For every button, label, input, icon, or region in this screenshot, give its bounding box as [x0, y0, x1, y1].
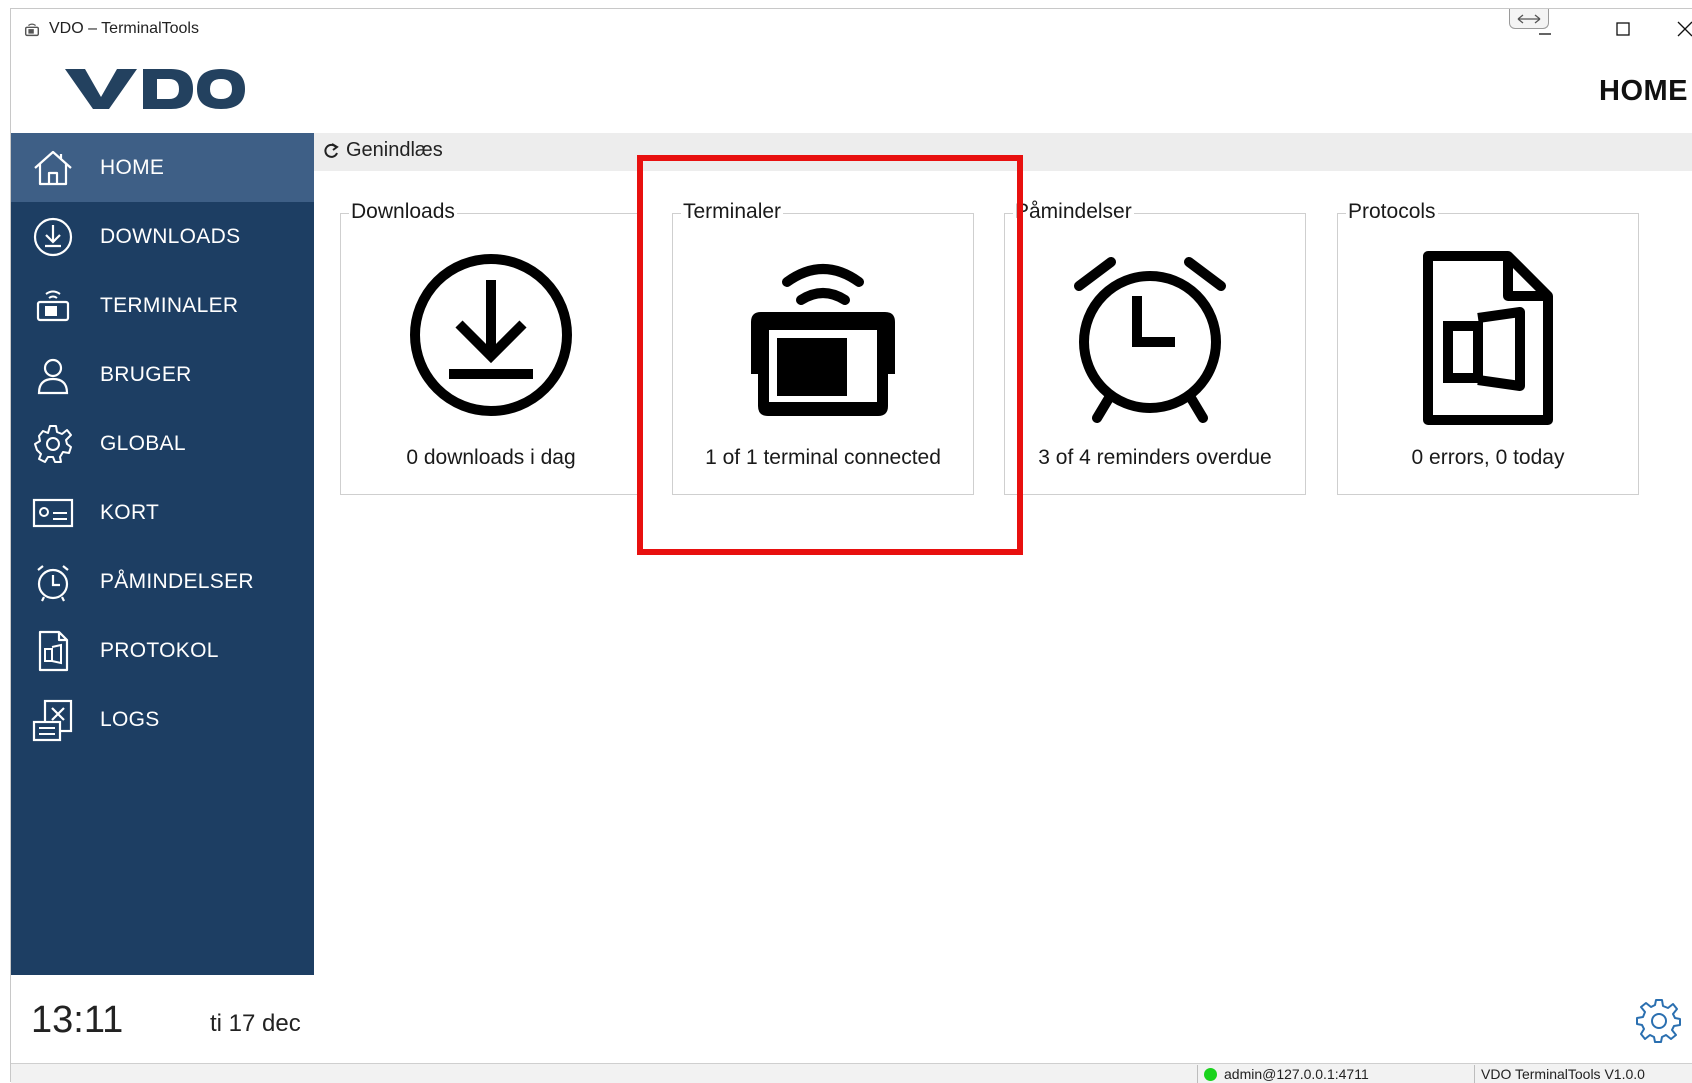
refresh-icon [324, 142, 339, 158]
card-status: 0 errors, 0 today [1411, 446, 1565, 469]
clock-panel: 13:11 ti 17 dec [11, 975, 314, 1063]
document-icon [38, 630, 69, 671]
gear-icon [34, 424, 72, 463]
sidebar-item-label: GLOBAL [100, 431, 186, 455]
close-button[interactable] [1657, 9, 1692, 49]
app-window: VDO – TerminalTools HOME HOME DOWNLOADS … [10, 8, 1692, 1083]
sidebar-item-global[interactable]: GLOBAL [11, 409, 314, 478]
logs-icon [32, 699, 73, 741]
sidebar-item-downloads[interactable]: DOWNLOADS [11, 202, 314, 271]
minimize-button[interactable] [1517, 9, 1573, 49]
alarm-clock-icon [1074, 257, 1226, 423]
maximize-icon [1616, 22, 1630, 36]
download-icon [33, 217, 73, 256]
terminal-icon [24, 23, 40, 37]
toolbar: Genindlæs [314, 133, 1692, 171]
alarm-clock-icon [37, 564, 69, 601]
window-title: VDO – TerminalTools [49, 20, 199, 37]
status-bar: admin@127.0.0.1:4711 VDO TerminalTools V… [11, 1063, 1692, 1083]
user-icon [37, 358, 69, 394]
card-status: 0 downloads i dag [406, 446, 576, 469]
page-title: HOME [1599, 75, 1688, 107]
protocols-card[interactable]: Protocols 0 errors, 0 today [1337, 200, 1639, 495]
sidebar-item-label: HOME [100, 155, 165, 179]
sidebar-item-kort[interactable]: KORT [11, 478, 314, 547]
card-title: Påmindelser [1013, 200, 1134, 224]
reload-button[interactable]: Genindlæs [322, 139, 443, 162]
card-status: 1 of 1 terminal connected [705, 446, 941, 469]
sidebar-item-label: DOWNLOADS [100, 224, 241, 248]
sidebar-item-home[interactable]: HOME [11, 133, 314, 202]
home-icon [34, 150, 72, 185]
connection-status: admin@127.0.0.1:4711 [1197, 1065, 1469, 1083]
sidebar-item-label: LOGS [100, 707, 160, 731]
card-status: 3 of 4 reminders overdue [1038, 446, 1272, 469]
sidebar-item-bruger[interactable]: BRUGER [11, 340, 314, 409]
terminal-icon [751, 264, 895, 416]
close-icon [1677, 21, 1692, 37]
sidebar: HOME DOWNLOADS TERMINALER BRUGER GLOBAL … [11, 133, 314, 975]
clock-time: 13:11 [31, 999, 124, 1041]
version-text: VDO TerminalTools V1.0.0 [1481, 1066, 1645, 1082]
terminal-icon [36, 290, 70, 321]
sidebar-item-label: PROTOKOL [100, 638, 219, 662]
sidebar-item-logs[interactable]: LOGS [11, 685, 314, 754]
sidebar-item-protokol[interactable]: PROTOKOL [11, 616, 314, 685]
vdo-logo [65, 69, 245, 109]
card-title: Terminaler [681, 200, 784, 224]
title-bar: VDO – TerminalTools [11, 9, 1692, 49]
terminals-card[interactable]: Terminaler 1 of 1 terminal connected [672, 200, 974, 495]
downloads-card[interactable]: Downloads 0 downloads i dag [340, 200, 642, 495]
document-icon [1423, 251, 1553, 425]
reminders-card[interactable]: Påmindelser 3 of 4 reminders overdue [1004, 200, 1306, 495]
maximize-button[interactable] [1595, 9, 1651, 49]
card-title: Protocols [1346, 200, 1438, 224]
sidebar-item-label: PÅMINDELSER [100, 569, 254, 593]
sidebar-item-label: BRUGER [100, 362, 192, 386]
sidebar-item-label: KORT [100, 500, 160, 524]
gear-icon[interactable] [1636, 997, 1682, 1043]
connection-indicator [1204, 1067, 1217, 1081]
sidebar-item-label: TERMINALER [100, 293, 239, 317]
card-title: Downloads [349, 200, 457, 224]
reload-label: Genindlæs [346, 139, 443, 161]
card-icon [32, 498, 74, 527]
connection-text: admin@127.0.0.1:4711 [1224, 1066, 1369, 1082]
minimize-icon [1539, 33, 1551, 35]
sidebar-item-pamindelser[interactable]: PÅMINDELSER [11, 547, 314, 616]
version-info: VDO TerminalTools V1.0.0 [1474, 1065, 1692, 1083]
sidebar-item-terminaler[interactable]: TERMINALER [11, 271, 314, 340]
clock-date: ti 17 dec [210, 1010, 301, 1037]
download-icon [410, 254, 572, 416]
